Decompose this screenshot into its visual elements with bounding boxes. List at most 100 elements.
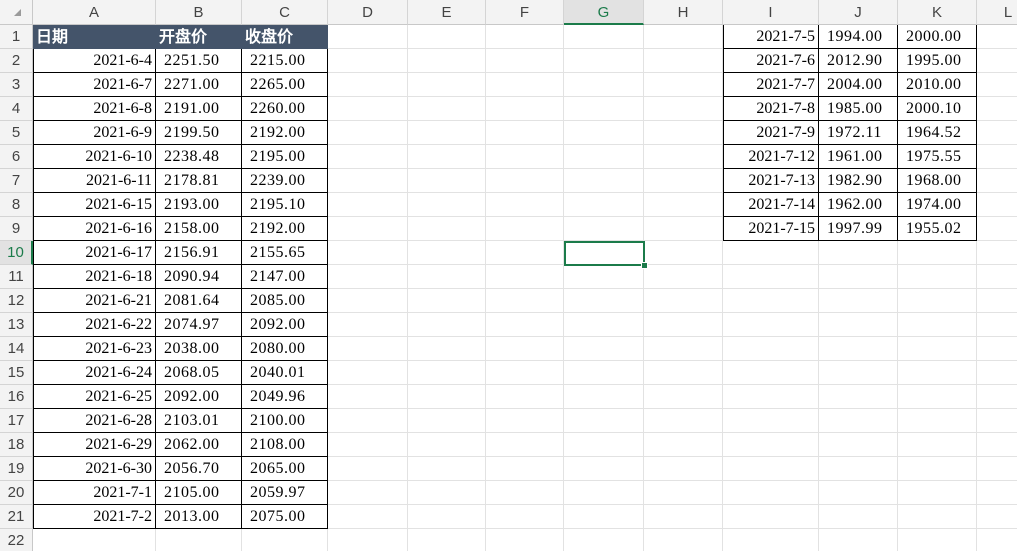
date-cell[interactable]: 2021-7-14 — [723, 193, 819, 217]
close-price-cell[interactable]: 2085.00 — [242, 289, 328, 313]
open-price-cell[interactable]: 2068.05 — [156, 361, 242, 385]
date-cell[interactable]: 2021-6-11 — [33, 169, 156, 193]
column-header-a[interactable]: A — [33, 0, 156, 25]
date-cell[interactable]: 2021-6-16 — [33, 217, 156, 241]
open-price-cell[interactable]: 2092.00 — [156, 385, 242, 409]
open-price-cell[interactable]: 2004.00 — [819, 73, 898, 97]
row-header-22[interactable]: 22 — [0, 529, 33, 551]
open-price-cell[interactable]: 2038.00 — [156, 337, 242, 361]
date-cell[interactable]: 2021-7-13 — [723, 169, 819, 193]
row-header-13[interactable]: 13 — [0, 313, 33, 337]
open-price-cell[interactable]: 2193.00 — [156, 193, 242, 217]
date-cell[interactable]: 2021-6-23 — [33, 337, 156, 361]
date-cell[interactable]: 2021-7-1 — [33, 481, 156, 505]
column-header-h[interactable]: H — [644, 0, 723, 25]
row-header-1[interactable]: 1 — [0, 25, 33, 49]
open-price-cell[interactable]: 2090.94 — [156, 265, 242, 289]
open-price-cell[interactable]: 2156.91 — [156, 241, 242, 265]
close-price-cell[interactable]: 2049.96 — [242, 385, 328, 409]
open-price-cell[interactable]: 2105.00 — [156, 481, 242, 505]
open-price-cell[interactable]: 1962.00 — [819, 193, 898, 217]
header-cell[interactable]: 日期 — [33, 25, 156, 49]
row-header-7[interactable]: 7 — [0, 169, 33, 193]
close-price-cell[interactable]: 2260.00 — [242, 97, 328, 121]
date-cell[interactable]: 2021-6-17 — [33, 241, 156, 265]
row-header-10[interactable]: 10 — [0, 241, 33, 265]
column-header-g[interactable]: G — [564, 0, 644, 25]
close-price-cell[interactable]: 2000.00 — [898, 25, 977, 49]
close-price-cell[interactable]: 1975.55 — [898, 145, 977, 169]
open-price-cell[interactable]: 1972.11 — [819, 121, 898, 145]
open-price-cell[interactable]: 2081.64 — [156, 289, 242, 313]
open-price-cell[interactable]: 2062.00 — [156, 433, 242, 457]
row-header-18[interactable]: 18 — [0, 433, 33, 457]
fill-handle[interactable] — [641, 262, 648, 269]
close-price-cell[interactable]: 2080.00 — [242, 337, 328, 361]
close-price-cell[interactable]: 2155.65 — [242, 241, 328, 265]
close-price-cell[interactable]: 1974.00 — [898, 193, 977, 217]
date-cell[interactable]: 2021-7-12 — [723, 145, 819, 169]
close-price-cell[interactable]: 1955.02 — [898, 217, 977, 241]
open-price-cell[interactable]: 1961.00 — [819, 145, 898, 169]
row-header-8[interactable]: 8 — [0, 193, 33, 217]
open-price-cell[interactable]: 1982.90 — [819, 169, 898, 193]
row-header-20[interactable]: 20 — [0, 481, 33, 505]
close-price-cell[interactable]: 2075.00 — [242, 505, 328, 529]
open-price-cell[interactable]: 2056.70 — [156, 457, 242, 481]
select-all-corner[interactable] — [0, 0, 33, 25]
date-cell[interactable]: 2021-6-24 — [33, 361, 156, 385]
open-price-cell[interactable]: 2199.50 — [156, 121, 242, 145]
date-cell[interactable]: 2021-7-15 — [723, 217, 819, 241]
open-price-cell[interactable]: 1997.99 — [819, 217, 898, 241]
open-price-cell[interactable]: 2178.81 — [156, 169, 242, 193]
close-price-cell[interactable]: 2059.97 — [242, 481, 328, 505]
row-header-9[interactable]: 9 — [0, 217, 33, 241]
date-cell[interactable]: 2021-6-10 — [33, 145, 156, 169]
date-cell[interactable]: 2021-6-9 — [33, 121, 156, 145]
column-header-b[interactable]: B — [156, 0, 242, 25]
close-price-cell[interactable]: 2100.00 — [242, 409, 328, 433]
column-header-k[interactable]: K — [898, 0, 977, 25]
date-cell[interactable]: 2021-7-6 — [723, 49, 819, 73]
row-header-12[interactable]: 12 — [0, 289, 33, 313]
column-header-f[interactable]: F — [486, 0, 564, 25]
date-cell[interactable]: 2021-6-4 — [33, 49, 156, 73]
close-price-cell[interactable]: 2092.00 — [242, 313, 328, 337]
open-price-cell[interactable]: 2012.90 — [819, 49, 898, 73]
header-cell[interactable]: 开盘价 — [156, 25, 242, 49]
close-price-cell[interactable]: 2265.00 — [242, 73, 328, 97]
date-cell[interactable]: 2021-7-8 — [723, 97, 819, 121]
column-header-l[interactable]: L — [977, 0, 1017, 25]
row-header-19[interactable]: 19 — [0, 457, 33, 481]
close-price-cell[interactable]: 2010.00 — [898, 73, 977, 97]
row-header-4[interactable]: 4 — [0, 97, 33, 121]
open-price-cell[interactable]: 1985.00 — [819, 97, 898, 121]
close-price-cell[interactable]: 2192.00 — [242, 121, 328, 145]
open-price-cell[interactable]: 2238.48 — [156, 145, 242, 169]
column-header-c[interactable]: C — [242, 0, 328, 25]
row-header-6[interactable]: 6 — [0, 145, 33, 169]
date-cell[interactable]: 2021-6-29 — [33, 433, 156, 457]
close-price-cell[interactable]: 2147.00 — [242, 265, 328, 289]
close-price-cell[interactable]: 2108.00 — [242, 433, 328, 457]
date-cell[interactable]: 2021-7-2 — [33, 505, 156, 529]
column-header-j[interactable]: J — [819, 0, 898, 25]
date-cell[interactable]: 2021-6-28 — [33, 409, 156, 433]
row-header-5[interactable]: 5 — [0, 121, 33, 145]
close-price-cell[interactable]: 2195.10 — [242, 193, 328, 217]
date-cell[interactable]: 2021-6-15 — [33, 193, 156, 217]
row-header-17[interactable]: 17 — [0, 409, 33, 433]
open-price-cell[interactable]: 2013.00 — [156, 505, 242, 529]
column-header-e[interactable]: E — [408, 0, 486, 25]
row-header-16[interactable]: 16 — [0, 385, 33, 409]
open-price-cell[interactable]: 2191.00 — [156, 97, 242, 121]
spreadsheet-grid[interactable]: ABCDEFGHIJKL 1 2 3 4 5 6 7 8 9 10 11 12 13 14 15 16 17 18… — [0, 0, 1017, 551]
open-price-cell[interactable]: 1994.00 — [819, 25, 898, 49]
header-cell[interactable]: 收盘价 — [242, 25, 328, 49]
row-header-2[interactable]: 2 — [0, 49, 33, 73]
close-price-cell[interactable]: 1995.00 — [898, 49, 977, 73]
close-price-cell[interactable]: 2215.00 — [242, 49, 328, 73]
row-header-11[interactable]: 11 — [0, 265, 33, 289]
close-price-cell[interactable]: 2040.01 — [242, 361, 328, 385]
close-price-cell[interactable]: 2239.00 — [242, 169, 328, 193]
